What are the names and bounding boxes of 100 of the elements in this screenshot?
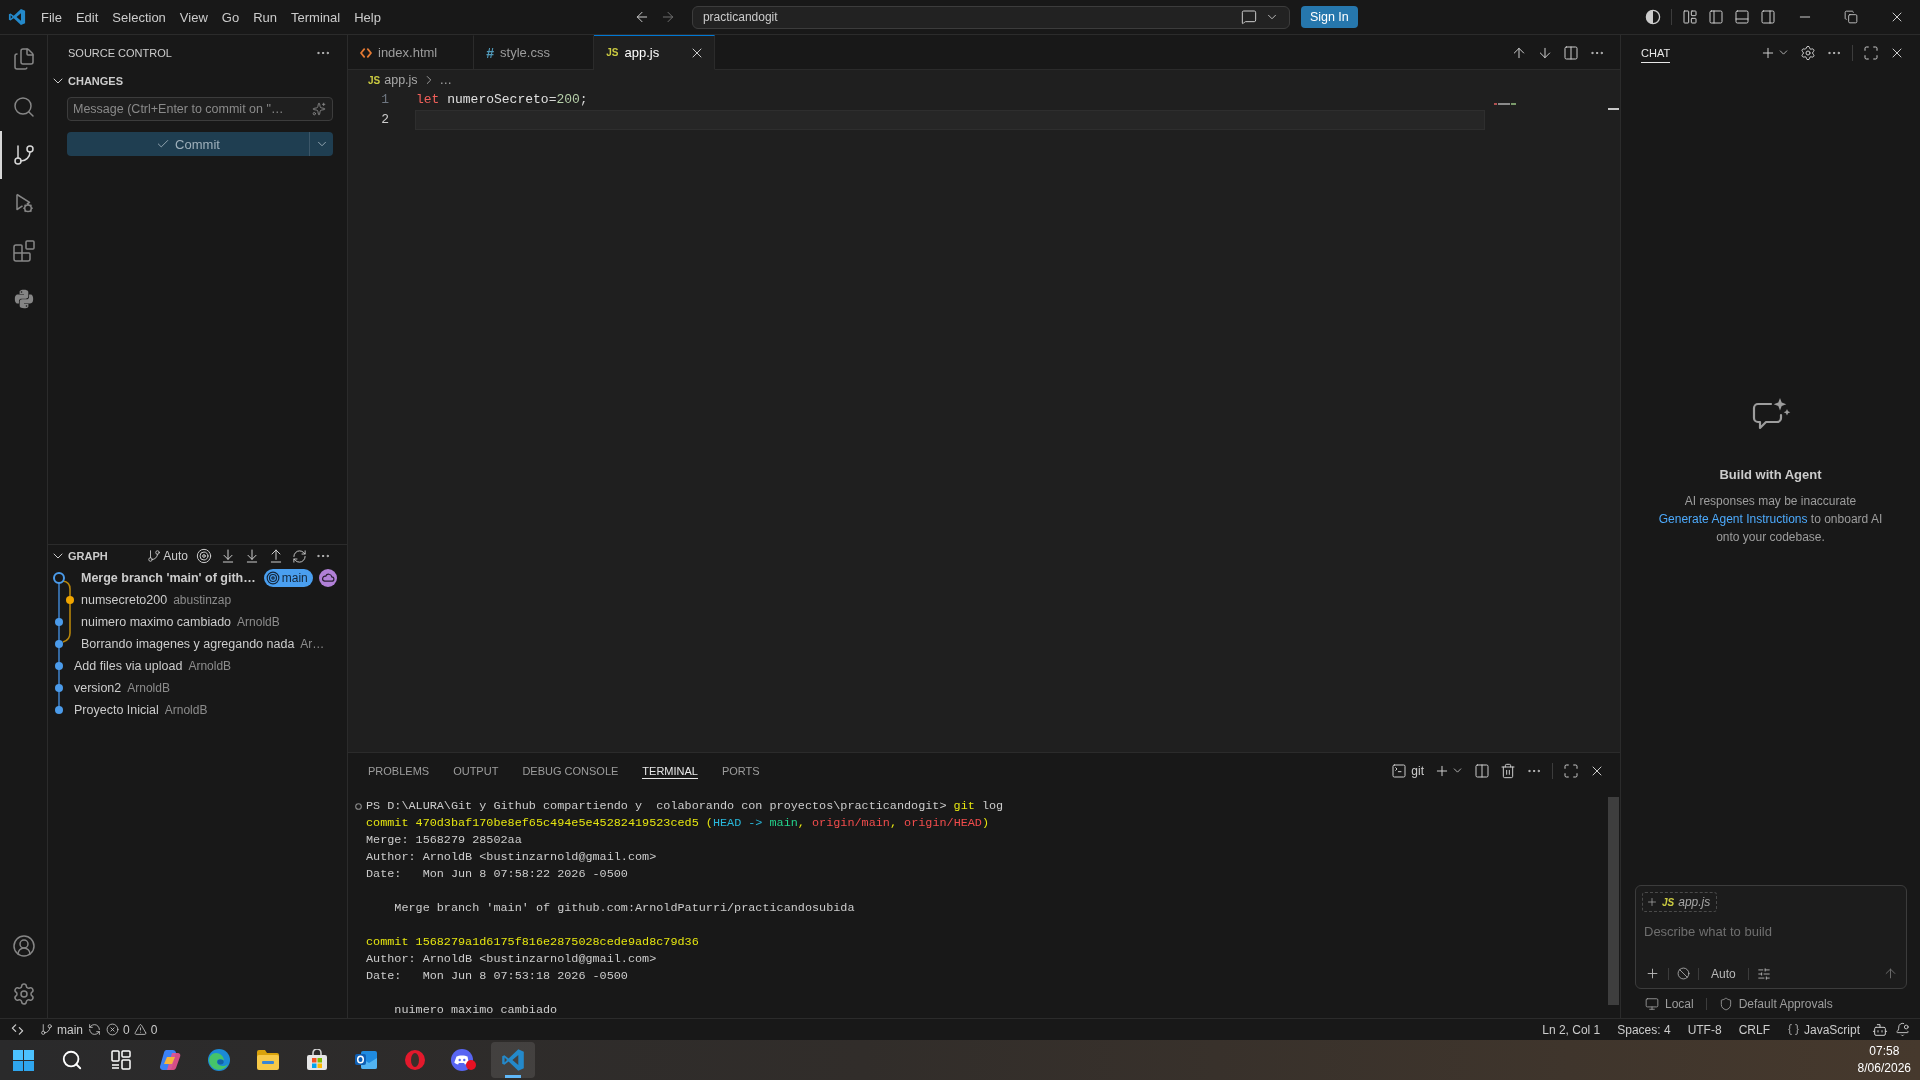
commit-author: abustinzap	[173, 593, 232, 607]
panel-bottom-icon[interactable]	[1734, 9, 1750, 25]
slash-circle-icon[interactable]	[1677, 967, 1690, 980]
game-controller-icon	[451, 1048, 477, 1072]
empty-state-heading: Build with Agent	[1719, 466, 1822, 484]
search-icon	[11, 95, 36, 119]
status-item[interactable]: UTF-8	[1682, 1018, 1727, 1041]
language-status-item[interactable]: JavaScript	[1781, 1018, 1865, 1041]
refresh-icon[interactable]	[292, 548, 307, 564]
terminal-line: commit 470d3baf170be8ef65c494e5e45282419523ced5 (HEAD -> main, origin/main, origin/HEAD)	[366, 815, 990, 832]
commit-message[interactable]: version2	[74, 681, 122, 695]
warning-icon	[133, 1023, 147, 1036]
section-header[interactable]: GRAPH	[48, 545, 108, 567]
bell-dot-icon[interactable]	[1895, 1022, 1910, 1037]
line-number: 2	[380, 111, 390, 129]
status-item[interactable]: Ln 2, Col 1	[1537, 1018, 1606, 1041]
terminal-icon	[1391, 762, 1408, 779]
maximize-icon[interactable]	[1863, 44, 1879, 61]
source-control-icon	[11, 143, 36, 167]
layout-icon[interactable]	[1682, 9, 1698, 25]
plus-icon[interactable]	[1645, 966, 1660, 981]
commit-message[interactable]: nuimero maximo cambiado	[81, 615, 232, 629]
angle-brackets-icon[interactable]	[11, 1023, 24, 1036]
commit-message[interactable]: Add files via upload	[74, 659, 183, 673]
sliders-icon[interactable]	[1756, 966, 1771, 981]
workspace-name[interactable]: practicandogit	[702, 10, 778, 24]
error-icon	[106, 1023, 119, 1036]
commit-author: ArnoldB	[188, 659, 232, 673]
mode-picker-button[interactable]: Auto	[1707, 966, 1740, 981]
terminal-line: Merge: 1568279 28502aa	[366, 832, 522, 849]
account-icon[interactable]	[11, 934, 36, 958]
commit-message-field[interactable]: Message (Ctrl+Enter to commit on "…	[67, 97, 333, 121]
sync-icon[interactable]	[88, 1023, 101, 1036]
split-terminal-icon[interactable]	[1474, 762, 1490, 779]
menu-item[interactable]: Help	[347, 5, 388, 29]
menu-item[interactable]: Terminal	[284, 5, 348, 29]
trash-icon[interactable]	[1500, 762, 1516, 779]
warning-count: 0	[150, 1022, 158, 1037]
commit-message[interactable]: Borrando imagenes y agregando nada	[81, 637, 295, 651]
settings-icon[interactable]	[11, 982, 36, 1006]
branch-status-item[interactable]: main	[35, 1018, 88, 1041]
mail-icon	[354, 1049, 378, 1071]
panel-tab[interactable]: PORTS	[709, 753, 772, 788]
branch-icon	[147, 549, 162, 563]
commit-button[interactable]: Commit	[67, 132, 309, 156]
command-center[interactable]: practicandogit	[691, 5, 1290, 29]
status-item[interactable]: CRLF	[1733, 1018, 1775, 1041]
terminal-line: Author: ArnoldB <bustinzarnold@gmail.com>	[366, 849, 657, 866]
panel-tab[interactable]: OUTPUT	[441, 753, 511, 788]
folder-icon	[256, 1049, 280, 1071]
split-editor-icon[interactable]	[1563, 44, 1579, 61]
snakes-logo-icon	[12, 288, 35, 310]
empty-state-text: Generate Agent Instructions to onboard AI onto your codebase.	[1657, 511, 1884, 546]
chat-bubble-icon[interactable]	[1240, 9, 1257, 25]
menu-item[interactable]: File	[34, 5, 69, 29]
plus-icon	[1646, 896, 1658, 908]
target-icon[interactable]	[196, 548, 212, 564]
editor-tab[interactable]: JS app.js	[594, 35, 716, 70]
menu-item[interactable]: View	[172, 5, 215, 29]
panel-title: CHAT	[1641, 42, 1671, 63]
panel-tab[interactable]: PROBLEMS	[356, 753, 442, 788]
branch-filter-button[interactable]: Auto	[147, 549, 188, 563]
commit-message[interactable]: Proyecto Inicial	[74, 703, 159, 717]
arrow-down-to-line-icon[interactable]	[220, 548, 236, 564]
breadcrumb-item[interactable]: app.js	[384, 73, 418, 87]
panel-tab[interactable]: DEBUG CONSOLE	[510, 753, 631, 788]
commit-message[interactable]: Merge branch 'main' of gith…	[81, 571, 256, 585]
cloud-icon	[318, 569, 337, 587]
breadcrumb-item[interactable]: …	[439, 73, 453, 87]
error-count: 0	[123, 1022, 130, 1037]
menu-item[interactable]: Run	[246, 5, 284, 29]
terminal-selector[interactable]: git	[1391, 762, 1424, 779]
attachment-chip[interactable]: JS app.js	[1642, 892, 1718, 912]
chat-footer-button[interactable]: Default Approvals	[1718, 996, 1833, 1011]
panel-left-icon[interactable]	[1708, 9, 1724, 25]
empty-state-notice: AI responses may be inaccurate	[1684, 493, 1857, 510]
settings-icon[interactable]	[1800, 44, 1816, 61]
terminal-line: Date: Mon Jun 8 07:53:18 2026 -0500	[366, 968, 628, 985]
problems-status-item[interactable]: 0 0	[101, 1018, 163, 1041]
scrollbar-thumb[interactable]	[1608, 797, 1619, 1005]
menu-item[interactable]: Go	[214, 5, 247, 29]
half-filled-circle-icon[interactable]	[1645, 9, 1661, 25]
commit-message[interactable]: numsecreto200	[81, 593, 168, 607]
menu-item[interactable]: Edit	[68, 5, 106, 29]
restore-icon[interactable]	[1844, 10, 1858, 24]
chat-input-field[interactable]: Describe what to build	[1642, 924, 1898, 939]
maximize-icon[interactable]	[1563, 762, 1579, 779]
commit-author: Ar…	[300, 637, 325, 651]
sparkle-icon[interactable]	[312, 102, 326, 116]
arrow-down-to-line-icon[interactable]	[244, 548, 260, 564]
panel-right-icon[interactable]	[1760, 9, 1776, 25]
section-header[interactable]: CHANGES	[48, 70, 347, 92]
chat-footer-button[interactable]: Local	[1645, 996, 1694, 1011]
status-item[interactable]: Spaces: 4	[1612, 1018, 1676, 1041]
sign-in-button[interactable]: Sign In	[1300, 6, 1358, 28]
branch-icon	[40, 1023, 53, 1036]
menu-item[interactable]: Selection	[105, 5, 173, 29]
colorful-tiles-icon	[158, 1048, 182, 1072]
agent-instructions-link[interactable]: Generate Agent Instructions	[1658, 512, 1808, 526]
bot-icon[interactable]	[1872, 1021, 1888, 1038]
